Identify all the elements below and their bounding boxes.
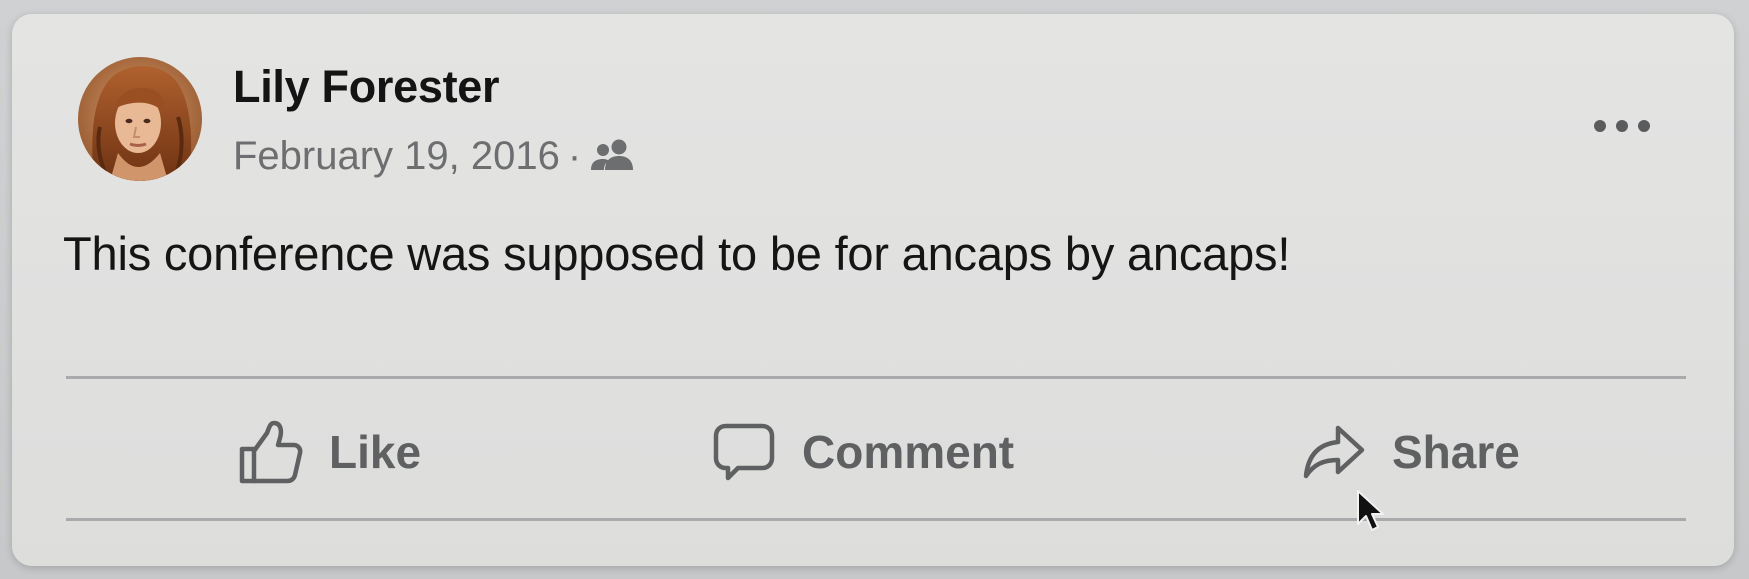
comment-label: Comment: [802, 426, 1015, 478]
friends-icon[interactable]: [589, 136, 637, 176]
post-body-text: This conference was supposed to be for a…: [63, 227, 1291, 280]
like-label: Like: [329, 426, 422, 478]
comment-bubble-icon: [713, 423, 775, 481]
more-options-icon: [1594, 120, 1650, 132]
thumbs-up-icon: [239, 420, 303, 484]
author-avatar[interactable]: [78, 57, 202, 181]
mouse-pointer-icon: [1355, 488, 1389, 534]
post-card: Lily Forester February 19, 2016 · This c…: [12, 14, 1734, 566]
author-name[interactable]: Lily Forester: [233, 61, 500, 113]
share-label: Share: [1392, 426, 1520, 478]
screen-background: Lily Forester February 19, 2016 · This c…: [0, 0, 1749, 579]
like-button[interactable]: Like: [237, 414, 421, 490]
post-meta: February 19, 2016 ·: [233, 134, 637, 178]
more-options-button[interactable]: [1589, 109, 1655, 143]
avatar-image: [78, 57, 202, 181]
comment-button[interactable]: Comment: [712, 414, 1014, 490]
meta-separator: ·: [567, 133, 582, 178]
share-arrow-icon: [1303, 425, 1365, 479]
actions-divider-top: [66, 376, 1686, 379]
post-date[interactable]: February 19, 2016: [233, 134, 560, 179]
share-button[interactable]: Share: [1302, 414, 1520, 490]
actions-divider-bottom: [66, 518, 1686, 521]
